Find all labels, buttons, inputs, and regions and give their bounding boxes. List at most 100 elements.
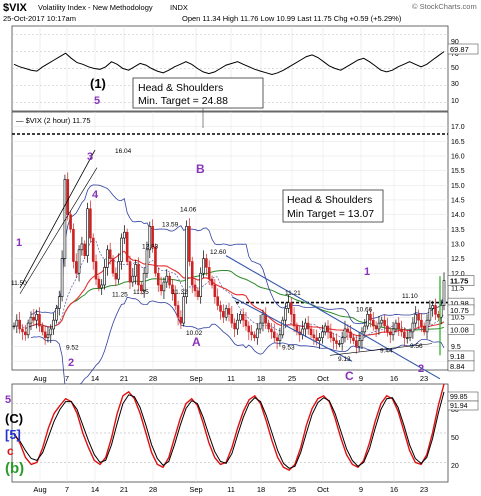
rsi-tick-50: 50 [451,65,459,72]
candle-body [227,308,231,315]
price-x-tick: 9 [359,374,363,383]
wave-label: 3 [87,151,93,163]
candle-body [434,305,437,315]
candle-body [329,331,333,339]
candle-body [108,249,112,259]
candle-body [182,296,186,324]
candle-body [24,331,27,336]
price-annotation: 11.21 [285,290,301,297]
candle-body [332,337,335,341]
candle-body [224,308,228,318]
candle-body [258,322,262,330]
price-x-tick: 16 [390,374,398,383]
price-x-tick: 7 [65,374,69,383]
price-annotation: 9.13 [338,356,351,363]
candle-body [366,313,369,327]
wave-label: 1 [364,266,370,278]
candle-body [340,337,344,344]
candle-body [46,334,50,339]
candle-body [355,340,358,347]
osc-tick-20: 20 [451,463,459,470]
candle-body [162,281,166,292]
osc-x-tick: 21 [120,485,128,494]
candle-body [18,319,21,330]
candle-body [284,308,287,321]
candle-body [137,264,140,286]
candle-body [239,313,242,321]
candle-body [380,319,384,324]
candle [72,223,75,269]
candle [125,228,129,266]
value-label: 11.75 [450,277,468,286]
callout-hs-minor-line2: Min Target = 13.07 [287,208,374,220]
candle-body [57,296,61,309]
candle-body [374,325,378,330]
candle-body [261,313,265,324]
candle-body [188,226,191,262]
price-annotation: 9.56 [410,343,423,350]
candle-body [244,319,248,327]
chart-date: 25-Oct-2017 10:17am [3,14,76,23]
candle-body [323,325,327,333]
candle-body [391,328,395,336]
value-label: 10.75 [450,306,469,315]
osc-value-label-2: 91.94 [450,403,468,410]
candle-body [349,331,352,339]
osc-x-tick: 7 [65,485,69,494]
candle-body [431,305,434,309]
osc-wave-label: (C) [5,411,23,426]
candle-body [131,275,135,283]
candle-body [100,284,103,289]
osc-x-tick: 25 [288,485,296,494]
chart-symbol: $VIX [3,2,28,14]
rsi-tick-10: 10 [451,98,459,105]
price-x-tick: 25 [288,374,296,383]
candle-body [216,296,219,306]
candle-body [343,328,347,339]
price-annotation: 14.06 [180,207,197,214]
price-y-tick: 16.5 [451,139,465,146]
candle-body [74,261,78,274]
price-annotation: 11.50 [11,280,27,287]
osc-value-label-1: 99.85 [450,394,468,401]
candle-body [43,331,47,339]
oscillator-panel: 80 50 20 99.85 91.94 (C)5[5]c(b) [5,383,479,483]
candle-body [219,305,222,312]
candle-body [236,319,239,330]
value-label: 8.84 [450,362,465,371]
candle [69,211,72,233]
price-x-tick: Oct [317,374,330,383]
candle-body [321,331,324,339]
candle-body [408,331,412,339]
price-annotation: 10.66 [356,306,373,313]
candle-body [97,278,101,289]
price-y-tick: 17.0 [451,124,465,131]
osc-x-tick: 16 [390,485,398,494]
candle-body [202,258,205,274]
wave-label: C [345,369,354,383]
candle-body [383,319,386,327]
candle-body [91,237,95,262]
candle-body [103,267,106,286]
candle-body [72,228,75,262]
price-x-tick: Aug [33,374,46,383]
candle-body [69,214,72,230]
candle-body [15,319,19,327]
candle-body [199,272,203,298]
candle [111,255,115,277]
candle-body [255,328,259,339]
price-y-tick: 14.0 [451,212,465,219]
candle-body [338,343,341,345]
osc-x-tick: 14 [91,485,99,494]
candle-body [134,264,137,277]
candle-body [52,319,55,330]
candle-body [165,275,169,283]
candle-body [94,261,98,280]
candle-body [86,208,89,256]
candle-body [369,313,372,321]
candle-body [403,331,406,339]
candle-body [346,328,350,333]
candle-body [397,322,401,330]
price-x-tick: 11 [227,374,235,383]
value-label: 9.18 [450,352,465,361]
